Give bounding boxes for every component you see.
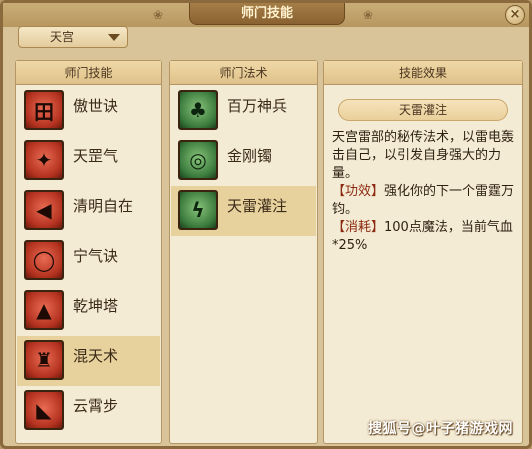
qingmingzizai-skill-icon: ◀ bbox=[24, 190, 64, 230]
skill-item-qingmingzizai[interactable]: ◀ 清明自在 bbox=[17, 186, 160, 236]
skill-window: ❀ 师门技能 ❀ × 天宫 师门技能 田 傲世诀 ✦ 天罡气 ◀ 清明自在 ◯ … bbox=[0, 0, 532, 449]
sect-dropdown[interactable]: 天宫 bbox=[18, 26, 128, 48]
chevron-down-icon[interactable] bbox=[108, 34, 120, 41]
close-button[interactable]: × bbox=[505, 5, 525, 25]
baiwanshenbing-spell-icon: ♣ bbox=[178, 90, 218, 130]
skill-item-label: 混天术 bbox=[73, 347, 119, 365]
selected-skill-name: 天雷灌注 bbox=[338, 99, 508, 121]
skill-cost-line: 【消耗】100点魔法，当前气血*25% bbox=[332, 219, 518, 255]
qiankunta-skill-icon: ▲ bbox=[24, 290, 64, 330]
ningqijue-skill-icon: ◯ bbox=[24, 240, 64, 280]
skill-description: 天宫雷部的秘传法术，以雷电轰击自己，以引发自身强大的力量。 bbox=[332, 130, 515, 181]
skill-item-label: 天罡气 bbox=[73, 147, 119, 165]
spell-item-label: 天雷灌注 bbox=[227, 197, 288, 215]
sect-spells-panel: 师门法术 ♣ 百万神兵 ◎ 金刚镯 ϟ 天雷灌注 bbox=[169, 60, 318, 444]
huntianshu-skill-icon: ♜ bbox=[24, 340, 64, 380]
skill-item-ningqijue[interactable]: ◯ 宁气诀 bbox=[17, 236, 160, 286]
skill-item-qiankunta[interactable]: ▲ 乾坤塔 bbox=[17, 286, 160, 336]
spell-item-jingangzhuo[interactable]: ◎ 金刚镯 bbox=[171, 136, 316, 186]
jingangzhuo-spell-icon: ◎ bbox=[178, 140, 218, 180]
skill-item-label: 云霄步 bbox=[73, 397, 119, 415]
skill-item-label: 傲世诀 bbox=[73, 97, 119, 115]
skill-item-label: 清明自在 bbox=[73, 197, 134, 215]
window-title: 师门技能 bbox=[189, 3, 345, 25]
skill-item-yunxiaobu[interactable]: ◣ 云霄步 bbox=[17, 386, 160, 436]
yunxiaobu-skill-icon: ◣ bbox=[24, 390, 64, 430]
skill-effect-line: 【功效】强化你的下一个雷霆万钧。 bbox=[332, 183, 518, 219]
skill-item-label: 乾坤塔 bbox=[73, 297, 119, 315]
swirl-ornament-icon: ❀ bbox=[153, 8, 164, 22]
sect-spells-header: 师门法术 bbox=[170, 61, 317, 85]
spell-item-tianleiguanzhu[interactable]: ϟ 天雷灌注 bbox=[171, 186, 316, 236]
skill-item-huntianshu[interactable]: ♜ 混天术 bbox=[17, 336, 160, 386]
skill-item-label: 宁气诀 bbox=[73, 247, 119, 265]
spell-item-label: 百万神兵 bbox=[227, 97, 288, 115]
tianleiguanzhu-spell-icon: ϟ bbox=[178, 190, 218, 230]
skill-effect-panel: 技能效果 天雷灌注 天宫雷部的秘传法术，以雷电轰击自己，以引发自身强大的力量。 … bbox=[323, 60, 523, 444]
aoshijue-skill-icon: 田 bbox=[24, 90, 64, 130]
skill-item-tiangangqi[interactable]: ✦ 天罡气 bbox=[17, 136, 160, 186]
title-bar: ❀ 师门技能 ❀ × bbox=[3, 3, 529, 27]
spell-item-label: 金刚镯 bbox=[227, 147, 273, 165]
spell-item-baiwanshenbing[interactable]: ♣ 百万神兵 bbox=[171, 86, 316, 136]
effect-label: 【功效】 bbox=[332, 184, 385, 199]
sect-skills-panel: 师门技能 田 傲世诀 ✦ 天罡气 ◀ 清明自在 ◯ 宁气诀 ▲ 乾坤塔 ♜ 混天… bbox=[15, 60, 162, 444]
tiangangqi-skill-icon: ✦ bbox=[24, 140, 64, 180]
watermark: 搜狐号@叶子猪游戏网 bbox=[368, 421, 513, 437]
swirl-ornament-icon: ❀ bbox=[363, 8, 374, 22]
sect-skills-header: 师门技能 bbox=[16, 61, 161, 85]
sect-dropdown-value: 天宫 bbox=[49, 30, 74, 44]
skill-effect-header: 技能效果 bbox=[324, 61, 522, 85]
skill-item-aoshijue[interactable]: 田 傲世诀 bbox=[17, 86, 160, 136]
cost-label: 【消耗】 bbox=[332, 220, 385, 235]
